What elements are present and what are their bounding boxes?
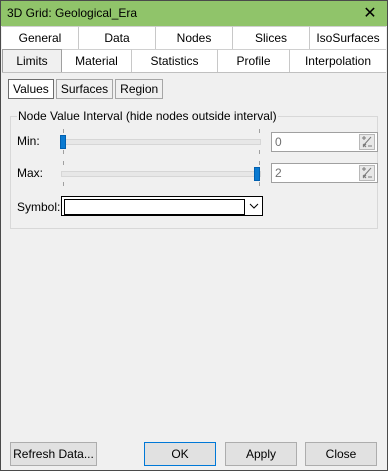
tab-data[interactable]: Data — [79, 26, 156, 49]
subtab-region[interactable]: Region — [115, 79, 164, 99]
tab-slices[interactable]: Slices — [233, 26, 310, 49]
min-slider-thumb[interactable] — [60, 135, 66, 149]
symbol-swatch — [64, 199, 245, 215]
max-tick-left-bottom — [63, 182, 64, 186]
apply-button[interactable]: Apply — [225, 442, 297, 466]
tab-nodes[interactable]: Nodes — [156, 26, 233, 49]
calculator-spin-icon[interactable] — [359, 134, 375, 150]
tab-row-2: Limits Material Statistics Profile Inter… — [2, 49, 386, 73]
tab-profile[interactable]: Profile — [218, 49, 290, 72]
ok-button[interactable]: OK — [144, 442, 216, 466]
calculator-spin-icon[interactable] — [359, 165, 375, 181]
min-value-text: 0 — [275, 135, 282, 149]
max-value-text: 2 — [275, 166, 282, 180]
max-slider-thumb[interactable] — [254, 167, 260, 181]
max-value-field[interactable]: 2 — [271, 163, 378, 183]
min-tick-left — [63, 129, 64, 133]
max-tick-left — [63, 161, 64, 165]
max-slider-track[interactable] — [61, 171, 261, 177]
dialog-window: 3D Grid: Geological_Era ✕ General Data N… — [0, 0, 388, 471]
min-tick-left-bottom — [63, 150, 64, 154]
tab-statistics[interactable]: Statistics — [132, 49, 218, 72]
title-bar: 3D Grid: Geological_Era ✕ — [1, 1, 387, 26]
tab-interpolation[interactable]: Interpolation — [290, 49, 386, 72]
min-slider-track[interactable] — [61, 139, 261, 145]
tab-row-1: General Data Nodes Slices IsoSurfaces — [2, 26, 386, 49]
window-title: 3D Grid: Geological_Era — [7, 6, 138, 20]
close-icon[interactable]: ✕ — [353, 1, 387, 26]
min-label: Min: — [17, 134, 40, 148]
max-tick-right-bottom — [259, 182, 260, 186]
subtab-values[interactable]: Values — [8, 79, 54, 99]
min-value-field[interactable]: 0 — [271, 132, 378, 152]
subtab-bar: Values Surfaces Region — [8, 79, 164, 99]
chevron-down-icon[interactable] — [249, 197, 259, 215]
close-button[interactable]: Close — [305, 442, 377, 466]
tab-material[interactable]: Material — [62, 49, 132, 72]
max-tick-right — [259, 161, 260, 165]
tab-isosurfaces[interactable]: IsoSurfaces — [310, 26, 386, 49]
symbol-label: Symbol: — [17, 200, 61, 214]
symbol-select[interactable] — [61, 196, 263, 216]
tab-limits[interactable]: Limits — [2, 49, 62, 72]
min-tick-right — [259, 129, 260, 133]
max-label: Max: — [17, 166, 44, 180]
tab-general[interactable]: General — [2, 26, 79, 49]
subtab-surfaces[interactable]: Surfaces — [55, 79, 114, 99]
group-title: Node Value Interval (hide nodes outside … — [17, 109, 278, 123]
refresh-data-button[interactable]: Refresh Data... — [10, 442, 97, 466]
min-tick-right-bottom — [259, 150, 260, 154]
